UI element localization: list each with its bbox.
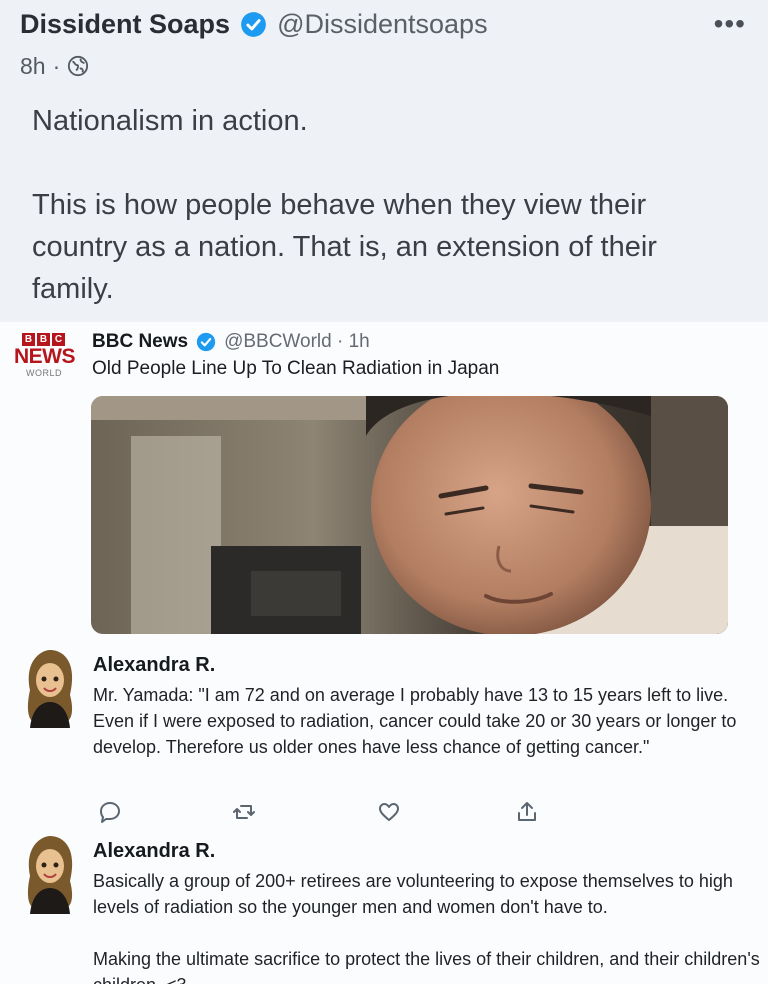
share-icon[interactable] bbox=[515, 800, 539, 824]
avatar bbox=[27, 650, 73, 728]
bbc-logo-subtitle: WORLD bbox=[26, 368, 62, 378]
embedded-author-name: BBC News bbox=[92, 331, 189, 352]
like-icon[interactable] bbox=[377, 800, 401, 824]
reply-body: Mr. Yamada: "I am 72 and on average I pr… bbox=[93, 682, 768, 760]
embedded-tweet-title: Old People Line Up To Clean Radiation in… bbox=[92, 358, 500, 379]
tweet-body: Nationalism in action. This is how peopl… bbox=[32, 100, 742, 310]
tweet-time[interactable]: 8h bbox=[20, 53, 46, 80]
verified-badge-icon bbox=[196, 332, 216, 352]
author-handle[interactable]: @Dissidentsoaps bbox=[277, 9, 488, 40]
reply-paragraph: Basically a group of 200+ retirees are v… bbox=[93, 871, 733, 917]
reply-paragraph: Mr. Yamada: "I am 72 and on average I pr… bbox=[93, 685, 737, 757]
retweet-icon[interactable] bbox=[232, 800, 256, 824]
tweet-paragraph: This is how people behave when they view… bbox=[32, 189, 657, 305]
meta-separator: · bbox=[52, 52, 61, 79]
bbc-logo-text: NEWS bbox=[14, 345, 76, 368]
embedded-author-handle: @BBCWorld · 1h bbox=[224, 331, 370, 352]
verified-badge-icon bbox=[241, 11, 266, 37]
reply-author-name: Alexandra R. bbox=[93, 654, 216, 676]
tweet-meta: 8h · bbox=[20, 50, 89, 82]
globe-icon bbox=[68, 55, 89, 77]
reply-actions bbox=[0, 800, 768, 826]
reply-body: Basically a group of 200+ retirees are v… bbox=[93, 868, 768, 984]
embedded-screenshot: B B C NEWS WORLD BBC News @BBCWorld · 1h… bbox=[0, 322, 768, 984]
bbc-news-logo: B B C NEWS WORLD bbox=[14, 333, 76, 389]
outer-tweet-header: Dissident Soaps @Dissidentsoaps bbox=[20, 4, 488, 44]
tweet-paragraph: Nationalism in action. bbox=[32, 105, 308, 137]
reply-icon[interactable] bbox=[98, 800, 122, 824]
reply-author-name: Alexandra R. bbox=[93, 840, 216, 862]
more-icon[interactable]: ••• bbox=[714, 10, 746, 38]
author-name[interactable]: Dissident Soaps bbox=[20, 9, 230, 40]
avatar bbox=[27, 836, 73, 914]
news-photo bbox=[91, 396, 728, 634]
reply-paragraph: Making the ultimate sacrifice to protect… bbox=[93, 949, 760, 984]
embedded-tweet-header: BBC News @BBCWorld · 1h bbox=[92, 328, 370, 356]
